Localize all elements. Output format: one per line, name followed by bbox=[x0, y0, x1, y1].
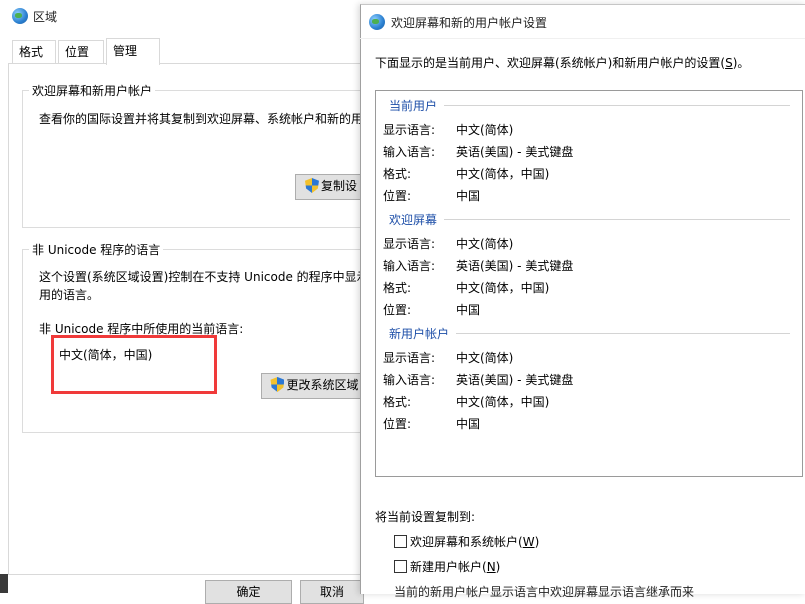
checkbox-text: 新建用户帐户( bbox=[410, 560, 487, 574]
checkbox-key: W bbox=[522, 535, 535, 549]
row-label: 输入语言: bbox=[383, 373, 436, 387]
highlight-box bbox=[51, 335, 217, 394]
row-value: 中文(简体，中国) bbox=[456, 167, 550, 181]
section-divider bbox=[444, 105, 790, 106]
row-value: 中文(简体) bbox=[456, 237, 514, 251]
row-label: 格式: bbox=[383, 395, 412, 409]
dialog-intro-end: )。 bbox=[732, 56, 750, 70]
row-value: 中国 bbox=[456, 303, 481, 317]
ok-button[interactable]: 确定 bbox=[205, 580, 292, 604]
unicode-description-line1: 这个设置(系统区域设置)控制在不支持 Unicode 的程序中显示 bbox=[39, 270, 369, 284]
section-divider bbox=[444, 219, 790, 220]
uac-shield-icon bbox=[270, 377, 285, 392]
welcome-screen-checkbox[interactable] bbox=[394, 535, 407, 548]
section-header-welcome-screen: 欢迎屏幕 bbox=[389, 213, 438, 227]
row-value: 中文(简体) bbox=[456, 351, 514, 365]
change-system-locale-label: 更改系统区域 bbox=[286, 378, 359, 392]
checkbox-end: ) bbox=[534, 535, 540, 549]
new-user-checkbox-label[interactable]: 新建用户帐户(N) bbox=[410, 558, 500, 575]
copy-to-label: 将当前设置复制到: bbox=[375, 510, 476, 524]
row-label: 位置: bbox=[383, 189, 412, 203]
row-value: 中文(简体) bbox=[456, 123, 514, 137]
globe-icon bbox=[369, 14, 385, 30]
row-value: 中国 bbox=[456, 189, 481, 203]
row-value: 中文(简体，中国) bbox=[456, 395, 550, 409]
unicode-description-line2: 用的语言。 bbox=[39, 288, 100, 302]
welcome-group-title: 欢迎屏幕和新用户帐户 bbox=[29, 82, 156, 99]
globe-icon bbox=[12, 8, 28, 24]
dialog-title: 欢迎屏幕和新的用户帐户设置 bbox=[391, 16, 548, 30]
row-value: 英语(美国) - 美式键盘 bbox=[456, 373, 574, 387]
row-label: 格式: bbox=[383, 167, 412, 181]
row-value: 中国 bbox=[456, 417, 481, 431]
welcome-screen-checkbox-label[interactable]: 欢迎屏幕和系统帐户(W) bbox=[410, 533, 539, 550]
row-label: 格式: bbox=[383, 281, 412, 295]
settings-panel bbox=[375, 90, 803, 477]
dialog-intro-key: S bbox=[725, 56, 733, 70]
cancel-button[interactable]: 取消 bbox=[300, 580, 364, 604]
copy-settings-button[interactable]: 复制设 bbox=[295, 174, 367, 200]
tab-format[interactable]: 格式 bbox=[12, 40, 56, 63]
checkbox-end: ) bbox=[495, 560, 501, 574]
copy-settings-label: 复制设 bbox=[320, 179, 357, 193]
checkbox-key: N bbox=[486, 560, 496, 574]
section-divider bbox=[456, 333, 790, 334]
dialog-intro-text: 下面显示的是当前用户、欢迎屏幕(系统帐户)和新用户帐户的设置( bbox=[375, 56, 726, 70]
new-user-checkbox[interactable] bbox=[394, 560, 407, 573]
window-title: 区域 bbox=[33, 10, 58, 24]
unicode-group-title: 非 Unicode 程序的语言 bbox=[29, 241, 164, 258]
row-label: 位置: bbox=[383, 417, 412, 431]
row-label: 显示语言: bbox=[383, 123, 436, 137]
uac-shield-icon bbox=[304, 178, 319, 193]
section-header-new-user: 新用户帐户 bbox=[389, 327, 450, 341]
section-header-current-user: 当前用户 bbox=[389, 99, 438, 113]
welcome-group-description: 查看你的国际设置并将其复制到欢迎屏幕、系统帐户和新的用 bbox=[39, 112, 364, 126]
checkbox-text: 欢迎屏幕和系统帐户( bbox=[410, 535, 523, 549]
dialog-intro: 下面显示的是当前用户、欢迎屏幕(系统帐户)和新用户帐户的设置(S)。 bbox=[375, 54, 749, 71]
row-label: 显示语言: bbox=[383, 351, 436, 365]
row-label: 输入语言: bbox=[383, 259, 436, 273]
window-edge bbox=[0, 574, 8, 593]
row-label: 输入语言: bbox=[383, 145, 436, 159]
tab-administrative[interactable]: 管理 bbox=[106, 38, 160, 65]
row-label: 位置: bbox=[383, 303, 412, 317]
footer-note: 当前的新用户帐户显示语言中欢迎屏幕显示语言继承而来 bbox=[394, 585, 695, 599]
row-value: 中文(简体，中国) bbox=[456, 281, 550, 295]
row-value: 英语(美国) - 美式键盘 bbox=[456, 259, 574, 273]
title-divider bbox=[360, 38, 805, 39]
row-value: 英语(美国) - 美式键盘 bbox=[456, 145, 574, 159]
row-label: 显示语言: bbox=[383, 237, 436, 251]
change-system-locale-button[interactable]: 更改系统区域 bbox=[261, 373, 368, 399]
tab-location[interactable]: 位置 bbox=[58, 40, 104, 63]
